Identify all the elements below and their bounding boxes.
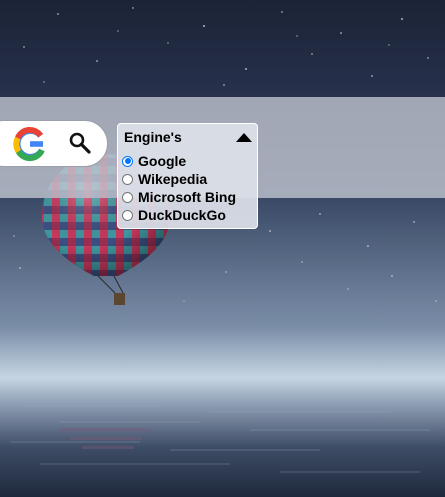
engine-selector-title: Engine's xyxy=(124,129,182,145)
page-root: Engine's Google Wikepedia Microsoft Bing… xyxy=(0,0,445,497)
engine-option-label: Google xyxy=(138,153,187,169)
engine-option-microsoft-bing[interactable]: Microsoft Bing xyxy=(122,188,256,206)
engine-option-wikepedia[interactable]: Wikepedia xyxy=(122,170,256,188)
google-logo-icon xyxy=(13,127,45,162)
engine-option-google[interactable]: Google xyxy=(122,152,256,170)
search-icon[interactable] xyxy=(68,131,92,155)
engine-radio-google[interactable] xyxy=(122,155,133,167)
triangle-up-icon[interactable] xyxy=(236,133,252,142)
engine-selector-header[interactable]: Engine's xyxy=(124,128,252,148)
engine-radio-microsoft-bing[interactable] xyxy=(122,191,133,203)
engine-option-label: Microsoft Bing xyxy=(138,189,236,205)
engine-options-list: Google Wikepedia Microsoft Bing DuckDuck… xyxy=(122,152,256,224)
engine-radio-duckduckgo[interactable] xyxy=(122,209,133,221)
engine-radio-wikepedia[interactable] xyxy=(122,173,133,185)
engine-selector-panel: Engine's Google Wikepedia Microsoft Bing… xyxy=(117,123,258,229)
engine-option-label: Wikepedia xyxy=(138,171,208,187)
engine-option-duckduckgo[interactable]: DuckDuckGo xyxy=(122,206,256,224)
engine-option-label: DuckDuckGo xyxy=(138,207,226,223)
water-reflection xyxy=(10,405,430,473)
